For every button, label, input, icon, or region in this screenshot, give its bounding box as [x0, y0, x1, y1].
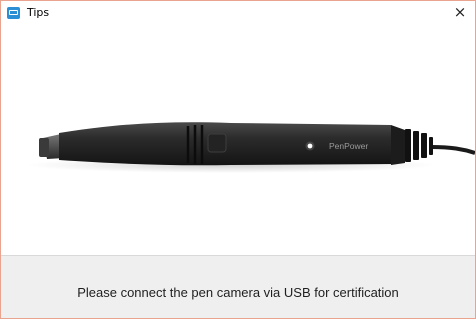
close-button[interactable]: × [445, 1, 475, 25]
pen-camera-image: PenPower [26, 122, 475, 173]
pen-image-area: PenPower [1, 25, 475, 255]
brand-text: PenPower [329, 141, 368, 151]
app-icon [7, 7, 20, 19]
tips-dialog: Tips × PenPower Please connect the pen c… [0, 0, 476, 319]
connect-instruction-text: Please connect the pen camera via USB fo… [77, 285, 399, 300]
title-bar[interactable]: Tips × [1, 1, 475, 25]
message-footer: Please connect the pen camera via USB fo… [1, 255, 475, 318]
window-title: Tips [27, 6, 50, 19]
